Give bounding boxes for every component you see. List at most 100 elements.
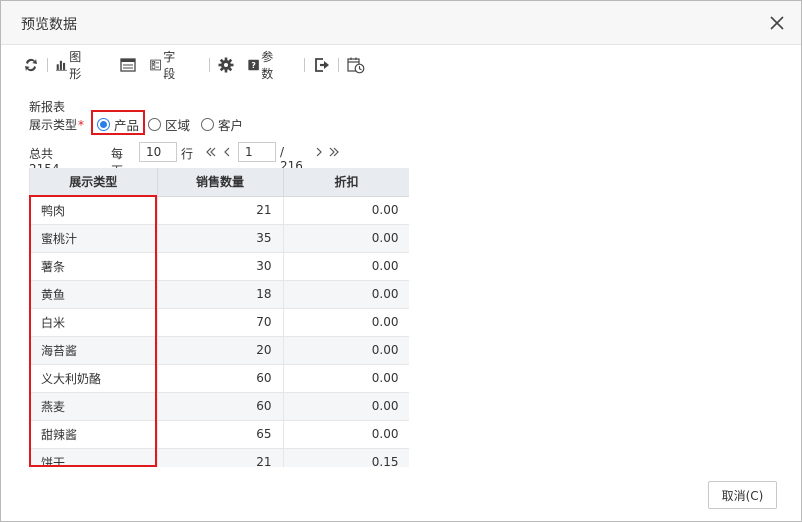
- last-page-button[interactable]: [328, 142, 340, 162]
- data-grid[interactable]: 展示类型 销售数量 折扣 鸭肉 21 0.00 蜜桃汁 35 0.00 薯条 3…: [29, 168, 409, 467]
- radio-unchecked-icon: [148, 117, 161, 131]
- radio-label: 区域: [165, 117, 191, 133]
- dialog-titlebar: 预览数据: [1, 1, 801, 45]
- radio-option-product[interactable]: 产品: [97, 115, 139, 133]
- cell-sales-qty: 21: [157, 448, 284, 467]
- toolbar-divider: [209, 58, 210, 72]
- cell-discount: 0.00: [283, 308, 409, 337]
- radio-label: 客户: [218, 117, 244, 133]
- previous-page-button[interactable]: [221, 142, 233, 162]
- cell-sales-qty: 30: [157, 252, 284, 281]
- cell-sales-qty: 20: [157, 336, 284, 365]
- cell-sales-qty: 65: [157, 420, 284, 449]
- column-header[interactable]: 展示类型: [30, 168, 158, 197]
- refresh-button[interactable]: [23, 54, 39, 76]
- radio-unchecked-icon: [201, 117, 214, 131]
- chart-button[interactable]: 图形: [56, 50, 86, 81]
- column-header[interactable]: 销售数量: [157, 168, 284, 197]
- chart-button-label: 图形: [69, 50, 82, 81]
- table-row: 薯条 30 0.00: [30, 252, 409, 281]
- table-view-icon: [120, 58, 136, 72]
- per-page-input[interactable]: [139, 142, 177, 162]
- field-list-icon: [150, 59, 161, 71]
- per-page-suffix: 行: [181, 147, 194, 161]
- cell-sales-qty: 60: [157, 364, 284, 393]
- radio-option-customer[interactable]: 客户: [201, 115, 243, 133]
- field-button[interactable]: 字段: [150, 50, 180, 81]
- table-row: 鸭肉 21 0.00: [30, 196, 409, 225]
- cell-display-type: 薯条: [30, 252, 158, 281]
- cell-sales-qty: 60: [157, 392, 284, 421]
- cell-sales-qty: 70: [157, 308, 284, 337]
- parameter-button-label: 参数: [261, 50, 274, 81]
- cell-display-type: 甜辣酱: [30, 420, 158, 449]
- radio-checked-icon: [97, 117, 110, 131]
- cell-discount: 0.00: [283, 392, 409, 421]
- chevron-left-icon: [224, 147, 230, 157]
- table-header-row: 展示类型 销售数量 折扣: [30, 168, 409, 197]
- cell-discount: 0.15: [283, 448, 409, 467]
- table-row: 义大利奶酪 60 0.00: [30, 364, 409, 393]
- export-button[interactable]: [314, 54, 330, 76]
- table-row: 海苔酱 20 0.00: [30, 336, 409, 365]
- svg-text:?: ?: [251, 61, 255, 70]
- cell-discount: 0.00: [283, 224, 409, 253]
- preview-data-dialog: 预览数据 图形 字段 ? 参数 新报表 展示类型* 产品 区域 客户 总共 每 …: [0, 0, 802, 522]
- toolbar-divider: [304, 58, 305, 72]
- required-mark: *: [78, 117, 85, 132]
- cell-discount: 0.00: [283, 252, 409, 281]
- field-button-label: 字段: [163, 50, 176, 81]
- radio-label: 产品: [114, 117, 140, 133]
- toolbar-divider: [338, 58, 339, 72]
- cell-display-type: 燕麦: [30, 392, 158, 421]
- column-header[interactable]: 折扣: [283, 168, 409, 197]
- double-chevron-left-icon: [206, 147, 216, 157]
- cell-discount: 0.00: [283, 420, 409, 449]
- calendar-clock-icon: [347, 57, 365, 74]
- cell-display-type: 鸭肉: [30, 196, 158, 225]
- parameter-button[interactable]: ? 参数: [248, 50, 278, 81]
- table-row: 黄鱼 18 0.00: [30, 280, 409, 309]
- radio-option-region[interactable]: 区域: [148, 115, 190, 133]
- cell-sales-qty: 18: [157, 280, 284, 309]
- current-page-input[interactable]: [238, 142, 276, 162]
- double-chevron-right-icon: [329, 147, 339, 157]
- cancel-button[interactable]: 取消(C): [708, 481, 777, 509]
- display-type-param: 展示类型*: [29, 115, 84, 133]
- bar-chart-icon: [56, 60, 68, 71]
- cell-discount: 0.00: [283, 196, 409, 225]
- table-row: 蜜桃汁 35 0.00: [30, 224, 409, 253]
- cell-display-type: 黄鱼: [30, 280, 158, 309]
- cell-display-type: 义大利奶酪: [30, 364, 158, 393]
- cell-discount: 0.00: [283, 280, 409, 309]
- table-row: 饼干 21 0.15: [30, 448, 409, 467]
- cell-display-type: 饼干: [30, 448, 158, 467]
- cell-display-type: 白米: [30, 308, 158, 337]
- close-button[interactable]: [767, 13, 787, 33]
- cell-discount: 0.00: [283, 364, 409, 393]
- next-page-button[interactable]: [313, 142, 325, 162]
- table-view-button[interactable]: [120, 54, 136, 76]
- param-label: 展示类型*: [29, 117, 85, 132]
- dialog-title: 预览数据: [21, 17, 77, 33]
- cell-display-type: 海苔酱: [30, 336, 158, 365]
- data-table: 展示类型 销售数量 折扣 鸭肉 21 0.00 蜜桃汁 35 0.00 薯条 3…: [30, 168, 409, 467]
- first-page-button[interactable]: [205, 142, 217, 162]
- cell-discount: 0.00: [283, 336, 409, 365]
- cell-sales-qty: 35: [157, 224, 284, 253]
- toolbar-divider: [47, 58, 48, 72]
- cell-display-type: 蜜桃汁: [30, 224, 158, 253]
- table-row: 甜辣酱 65 0.00: [30, 420, 409, 449]
- close-icon: [770, 16, 784, 30]
- gear-icon: [218, 57, 234, 73]
- table-row: 燕麦 60 0.00: [30, 392, 409, 421]
- refresh-icon: [25, 58, 37, 72]
- table-row: 白米 70 0.00: [30, 308, 409, 337]
- schedule-button[interactable]: [347, 54, 365, 76]
- settings-button[interactable]: [218, 54, 234, 76]
- cell-sales-qty: 21: [157, 196, 284, 225]
- help-param-icon: ?: [248, 59, 259, 71]
- report-name: 新报表: [29, 100, 66, 114]
- chevron-right-icon: [316, 147, 322, 157]
- export-icon: [315, 58, 329, 72]
